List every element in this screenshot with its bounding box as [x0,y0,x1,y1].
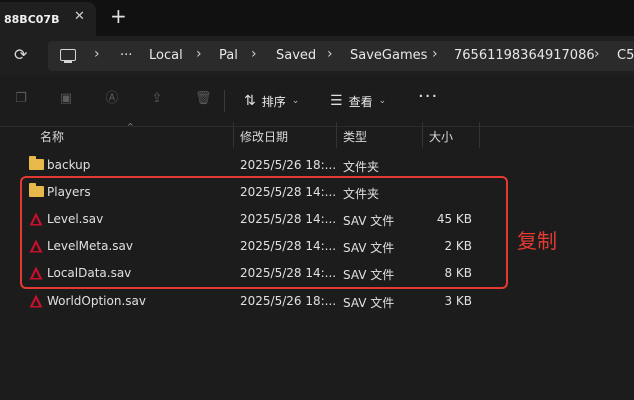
breadcrumb-item-steamid[interactable]: 76561198364917086 [454,48,595,63]
copy-icon[interactable]: ❐ [14,92,28,106]
tab-title: 88BC07B0A [4,12,60,26]
chevron-right-icon[interactable]: › [432,46,438,62]
chevron-down-icon: ⌄ [291,96,300,106]
file-modified: 2025/5/26 18:... [240,294,337,308]
breadcrumb[interactable]: › ··· Local › Pal › Saved › SaveGames › … [48,41,634,71]
close-tab-icon[interactable]: ✕ [74,9,85,24]
rename-icon[interactable]: Ⓐ [105,92,119,106]
file-modified: 2025/5/26 18:... [240,158,337,172]
sav-file-icon [29,294,43,308]
view-label: 查看 [348,94,373,109]
chevron-right-icon[interactable]: › [594,46,600,62]
file-type: 文件夹 [343,160,380,174]
breadcrumb-item-saved[interactable]: Saved [276,48,316,63]
column-type[interactable]: 类型 [343,128,367,145]
column-name[interactable]: 名称 [40,128,64,145]
view-icon: ☰ [330,93,343,109]
view-button[interactable]: ☰ 查看 ⌄ [330,90,386,112]
sort-button[interactable]: ⇅ 排序 ⌄ [244,90,299,112]
column-divider[interactable] [422,122,423,148]
chevron-right-icon[interactable]: › [327,46,333,62]
file-size: 3 KB [444,294,472,308]
address-bar: ⟳ › ··· Local › Pal › Saved › SaveGames … [0,36,634,76]
breadcrumb-item-pal[interactable]: Pal [219,48,238,63]
file-type: SAV 文件 [343,296,395,310]
column-size[interactable]: 大小 [429,128,453,145]
folder-icon [29,156,44,170]
chevron-down-icon: ⌄ [378,96,387,106]
highlight-box [20,176,508,289]
chevron-right-icon[interactable]: › [94,46,100,62]
sort-icon: ⇅ [244,93,256,109]
breadcrumb-overflow[interactable]: ··· [120,48,132,63]
file-row-backup[interactable]: backup 2025/5/26 18:... 文件夹 [0,152,634,179]
breadcrumb-item-savegames[interactable]: SaveGames [350,48,427,63]
delete-icon[interactable]: 🗑 [195,92,212,106]
command-bar: ❐ ▣ Ⓐ ⇪ 🗑 ⇅ 排序 ⌄ ☰ 查看 ⌄ ··· [0,76,634,127]
share-icon[interactable]: ⇪ [150,92,164,106]
column-modified[interactable]: 修改日期 [240,128,288,145]
breadcrumb-item-c5[interactable]: C5 [617,48,634,63]
sort-up-icon: ^ [127,122,134,131]
title-bar: 88BC07B0A ✕ + [0,0,634,36]
copy-annotation: 复制 [517,229,557,253]
file-name: WorldOption.sav [47,294,146,308]
this-pc-icon[interactable] [60,49,76,63]
column-divider[interactable] [233,122,234,148]
toolbar-divider [224,90,225,112]
file-name: backup [47,158,91,172]
column-divider[interactable] [336,122,337,148]
breadcrumb-item-local[interactable]: Local [149,48,183,63]
sort-label: 排序 [261,94,286,109]
explorer-tab[interactable]: 88BC07B0A ✕ [0,2,96,36]
refresh-icon[interactable]: ⟳ [14,45,27,64]
new-tab-button[interactable]: + [110,4,127,28]
column-divider[interactable] [479,122,480,148]
chevron-right-icon[interactable]: › [251,46,257,62]
more-options-button[interactable]: ··· [418,86,438,107]
chevron-right-icon[interactable]: › [196,46,202,62]
column-header: ^ 名称 修改日期 类型 大小 [0,122,634,148]
file-row-worldoption[interactable]: WorldOption.sav 2025/5/26 18:... SAV 文件 … [0,288,634,315]
paste-icon[interactable]: ▣ [59,92,73,106]
